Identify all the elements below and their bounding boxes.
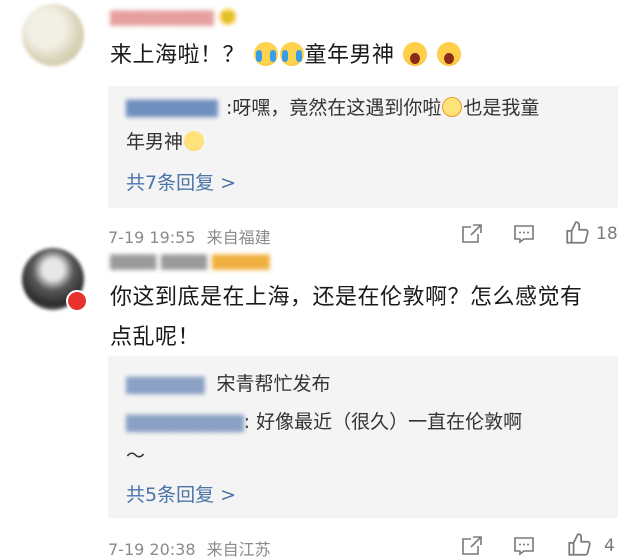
avatar[interactable] <box>22 4 84 66</box>
comment-text-line1: 你这到底是在上海，还是在伦敦啊？怎么感觉有 <box>110 285 583 310</box>
reply-text: :呀嘿，竟然在这遇到你啦 也是我童 <box>226 90 616 126</box>
reply-text: 宋青帮忙发布 <box>216 373 331 395</box>
reply-username[interactable]: ▇▇▇▇▇▇▇▇▇ <box>126 413 244 433</box>
more-replies-link[interactable]: 共7条回复 > <box>126 168 236 195</box>
timestamp: 7-19 19:55 <box>108 228 196 247</box>
reply-username[interactable]: ▇▇▇▇▇▇▇ <box>126 98 218 118</box>
reply-text-part2: 也是我童 <box>463 97 540 119</box>
timestamp: 7-19 20:38 <box>108 540 196 559</box>
comment-text-line2: 点乱呢！ <box>110 325 201 350</box>
reply-text-part1: :呀嘿，竟然在这遇到你啦 <box>226 97 442 119</box>
reply-username[interactable]: ▇▇▇▇▇▇ <box>126 375 204 395</box>
reply-text-part3: 年男神 <box>126 131 184 153</box>
crying-emoji-icon <box>279 42 304 66</box>
location: 来自江苏 <box>206 540 271 559</box>
comment-meta: 7-19 20:38 来自江苏 <box>108 536 271 560</box>
share-icon[interactable] <box>460 222 484 246</box>
like-icon[interactable] <box>566 532 592 558</box>
screaming-emoji-icon <box>436 42 461 66</box>
more-replies-link[interactable]: 共5条回复 > <box>126 480 236 507</box>
screaming-emoji-icon <box>403 42 428 66</box>
reply-text: : 好像最近（很久）一直在伦敦啊 <box>243 411 523 433</box>
comment-text-end: 童年男神 <box>304 43 395 68</box>
comment-text: 你这到底是在上海，还是在伦敦啊？怎么感觉有 点乱呢！ <box>110 278 630 358</box>
username[interactable]: ▇▇▇▇▇▇▇▇▇ 🙂 <box>110 8 237 26</box>
comment-icon[interactable] <box>512 222 536 246</box>
like-icon[interactable] <box>564 220 590 246</box>
reply-text-line2: 年男神 <box>126 124 205 160</box>
reply-text-line2: ～ <box>126 445 146 467</box>
thinking-emoji-icon <box>184 131 205 151</box>
reply-item: ▇▇▇▇▇▇ 宋青帮忙发布 <box>126 366 331 403</box>
comment-text: 来上海啦！？ 童年男神 <box>110 36 462 76</box>
reply-item: ▇▇▇▇▇▇▇▇▇: 好像最近（很久）一直在伦敦啊 <box>126 404 606 441</box>
comment-icon[interactable] <box>512 534 536 558</box>
comment-meta: 7-19 19:55 来自福建 <box>108 224 271 248</box>
verified-badge-icon <box>66 290 88 312</box>
comment-text-start: 来上海啦！？ <box>110 43 246 68</box>
sad-emoji-icon <box>442 97 463 117</box>
like-count: 4 <box>604 536 615 556</box>
location: 来自福建 <box>206 228 271 247</box>
share-icon[interactable] <box>460 534 484 558</box>
username[interactable]: ▇▇▇▇ ▇▇▇▇ ▇▇▇▇▇ <box>110 252 270 270</box>
crying-emoji-icon <box>253 42 278 66</box>
like-count: 18 <box>596 224 618 244</box>
